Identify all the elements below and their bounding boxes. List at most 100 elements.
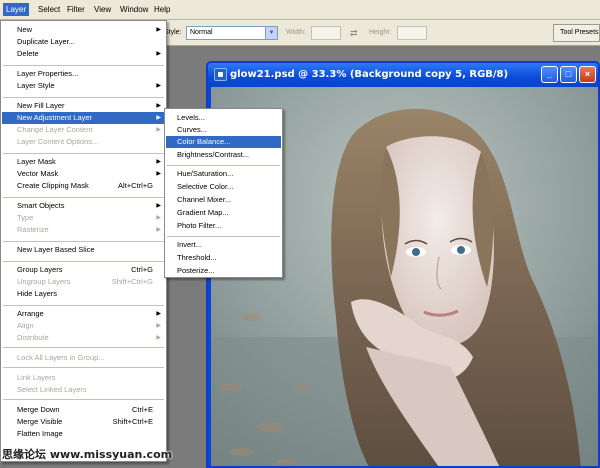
close-icon[interactable]: × (579, 66, 596, 83)
submenu-item-selective-color[interactable]: Selective Color... (166, 181, 281, 193)
menu-item-new-fill-layer[interactable]: New Fill Layer ▶ (2, 100, 165, 112)
menu-separator (3, 65, 164, 66)
width-input[interactable] (311, 26, 341, 40)
menu-item-label: Smart Objects (17, 201, 65, 210)
submenu-item-gradient-map[interactable]: Gradient Map... (166, 207, 281, 219)
submenu-arrow-icon: ▶ (156, 27, 161, 33)
menu-item-label: New Adjustment Layer (17, 113, 93, 122)
menu-window[interactable]: Window (117, 4, 151, 15)
menu-item-label: Merge Visible (17, 417, 63, 426)
height-input[interactable] (397, 26, 427, 40)
menu-item-merge-down[interactable]: Merge Down Ctrl+E (2, 404, 165, 416)
menu-item-label: Create Clipping Mask (17, 181, 89, 190)
document-title: glow21.psd @ 33.3% (Background copy 5, R… (230, 69, 509, 80)
menu-item-layer-properties[interactable]: Layer Properties... (2, 68, 165, 80)
menu-item-label: Ungroup Layers (17, 277, 71, 286)
submenu-arrow-icon: ▶ (156, 215, 161, 221)
submenu-arrow-icon: ▶ (156, 335, 161, 341)
tool-presets-tab[interactable]: Tool Presets (553, 24, 600, 42)
menu-item-label: Hide Layers (17, 289, 58, 298)
menu-item-ungroup-layers: Ungroup Layers Shift+Ctrl+G (2, 276, 165, 288)
submenu-item-invert[interactable]: Invert... (166, 239, 281, 251)
submenu-arrow-icon: ▶ (156, 171, 161, 177)
submenu-item-channel-mixer[interactable]: Channel Mixer... (166, 194, 281, 206)
menu-help[interactable]: Help (151, 4, 173, 15)
menu-item-label: New Fill Layer (17, 101, 65, 110)
menu-item-hide-layers[interactable]: Hide Layers (2, 288, 165, 300)
menu-item-delete[interactable]: Delete ▶ (2, 48, 165, 60)
submenu-arrow-icon: ▶ (156, 203, 161, 209)
menu-item-distribute: Distribute ▶ (2, 332, 165, 344)
menu-item-label: Arrange (17, 309, 44, 318)
menu-item-label: Select Linked Layers (17, 385, 87, 394)
maximize-icon[interactable]: □ (560, 66, 577, 83)
menu-item-new-adjustment-layer[interactable]: New Adjustment Layer ▶ (2, 112, 165, 124)
submenu-item-hue-saturation[interactable]: Hue/Saturation... (166, 168, 281, 180)
menu-item-type: Type ▶ (2, 212, 165, 224)
watermark-text: 思缘论坛 www.missyuan.com (2, 448, 173, 461)
menu-separator (3, 197, 164, 198)
menu-separator (3, 153, 164, 154)
menu-separator (3, 367, 164, 368)
minimize-icon[interactable]: _ (541, 66, 558, 83)
menu-item-label: Duplicate Layer... (17, 37, 75, 46)
menu-item-link-layers: Link Layers (2, 372, 165, 384)
menu-separator (167, 165, 280, 166)
adjustment-layer-submenu: Levels... Curves... Color Balance... Bright… (164, 108, 283, 278)
menu-item-label: Rasterize (17, 225, 49, 234)
submenu-item-color-balance[interactable]: Color Balance... (166, 136, 281, 148)
menu-item-merge-visible[interactable]: Merge Visible Shift+Ctrl+E (2, 416, 165, 428)
style-select-value: Normal (190, 29, 213, 36)
menu-item-flatten-image[interactable]: Flatten Image (2, 428, 165, 440)
menu-separator (3, 97, 164, 98)
menu-item-new[interactable]: New ▶ (2, 24, 165, 36)
submenu-item-levels[interactable]: Levels... (166, 112, 281, 124)
menu-item-layer-content-options: Layer Content Options... (2, 136, 165, 148)
menu-item-align: Align ▶ (2, 320, 165, 332)
menu-item-lock-all-layers-in-group: Lock All Layers in Group... (2, 352, 165, 364)
menu-item-shortcut: Shift+Ctrl+G (111, 277, 153, 286)
menu-bar: Layer Select Filter View Window Help (0, 0, 600, 20)
menu-item-label: Merge Down (17, 405, 60, 414)
menu-filter[interactable]: Filter (64, 4, 88, 15)
menu-item-rasterize: Rasterize ▶ (2, 224, 165, 236)
chevron-down-icon[interactable]: ▼ (265, 27, 277, 39)
menu-item-arrange[interactable]: Arrange ▶ (2, 308, 165, 320)
menu-item-shortcut: Shift+Ctrl+E (112, 417, 153, 426)
menu-item-layer-mask[interactable]: Layer Mask ▶ (2, 156, 165, 168)
submenu-arrow-icon: ▶ (156, 323, 161, 329)
layer-menu: New ▶ Duplicate Layer... Delete ▶ Layer Prope… (0, 20, 167, 462)
menu-select[interactable]: Select (35, 4, 63, 15)
menu-item-label: Layer Style (17, 81, 55, 90)
menu-item-label: Link Layers (17, 373, 56, 382)
menu-item-group-layers[interactable]: Group Layers Ctrl+G (2, 264, 165, 276)
swap-icon[interactable]: ⇄ (350, 28, 358, 39)
menu-item-change-layer-content: Change Layer Content ▶ (2, 124, 165, 136)
menu-item-create-clipping-mask[interactable]: Create Clipping Mask Alt+Ctrl+G (2, 180, 165, 192)
submenu-item-threshold[interactable]: Threshold... (166, 252, 281, 264)
menu-item-label: Flatten Image (17, 429, 63, 438)
document-titlebar[interactable]: glow21.psd @ 33.3% (Background copy 5, R… (208, 63, 598, 87)
menu-view[interactable]: View (91, 4, 114, 15)
menu-item-label: Delete (17, 49, 39, 58)
menu-item-layer-style[interactable]: Layer Style ▶ (2, 80, 165, 92)
menu-separator (3, 241, 164, 242)
menu-item-new-layer-based-slice[interactable]: New Layer Based Slice (2, 244, 165, 256)
menu-item-label: Vector Mask (17, 169, 59, 178)
width-label: Width: (286, 29, 306, 36)
submenu-arrow-icon: ▶ (156, 159, 161, 165)
menu-item-smart-objects[interactable]: Smart Objects ▶ (2, 200, 165, 212)
submenu-arrow-icon: ▶ (156, 103, 161, 109)
menu-item-vector-mask[interactable]: Vector Mask ▶ (2, 168, 165, 180)
submenu-item-curves[interactable]: Curves... (166, 124, 281, 136)
menu-item-shortcut: Alt+Ctrl+G (117, 181, 153, 190)
menu-item-label: New Layer Based Slice (17, 245, 95, 254)
submenu-item-posterize[interactable]: Posterize... (166, 265, 281, 277)
menu-item-label: Group Layers (17, 265, 63, 274)
menu-item-duplicate-layer[interactable]: Duplicate Layer... (2, 36, 165, 48)
menu-layer[interactable]: Layer (3, 3, 30, 16)
menu-separator (3, 305, 164, 306)
style-select[interactable]: Normal ▼ (186, 26, 278, 40)
submenu-item-brightness-contrast[interactable]: Brightness/Contrast... (166, 149, 281, 161)
submenu-item-photo-filter[interactable]: Photo Filter... (166, 220, 281, 232)
